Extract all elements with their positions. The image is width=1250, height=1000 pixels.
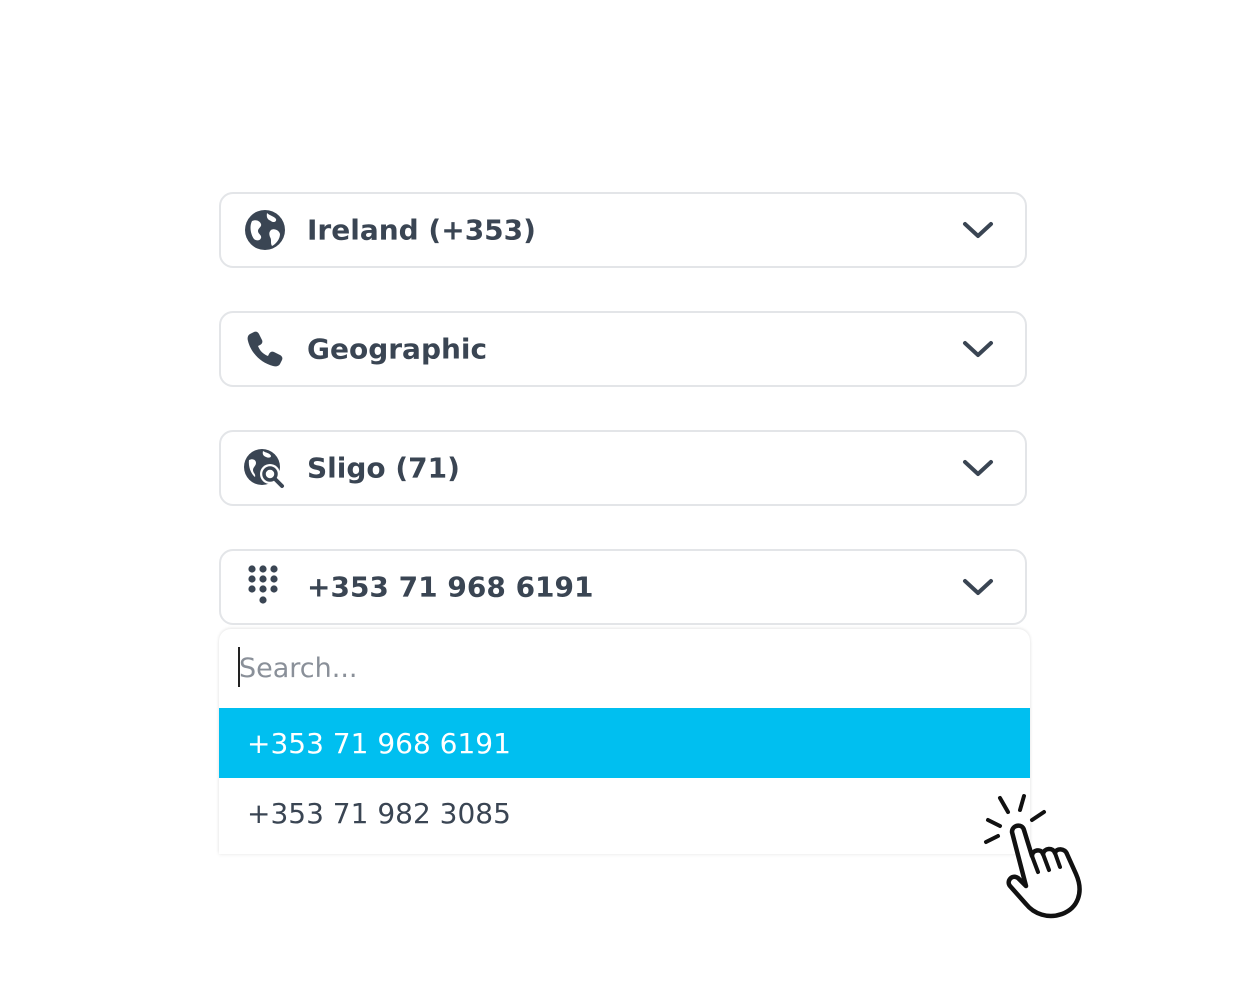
country-select[interactable]: Ireland (+353) <box>219 192 1027 268</box>
globe-icon <box>243 208 287 252</box>
number-type-select[interactable]: Geographic <box>219 311 1027 387</box>
dialpad-icon <box>243 565 287 609</box>
phone-number-form: Ireland (+353) Geographic Sligo (71) +35… <box>0 0 1250 1000</box>
text-caret <box>238 647 240 687</box>
dropdown-option[interactable]: +353 71 982 3085 <box>219 778 1030 848</box>
hand-pointer-icon <box>984 794 1082 919</box>
search-input[interactable] <box>237 647 999 689</box>
phone-number-select-value: +353 71 968 6191 <box>307 570 594 604</box>
dropdown-option-selected[interactable]: +353 71 968 6191 <box>219 708 1030 778</box>
chevron-down-icon <box>963 460 993 476</box>
chevron-down-icon <box>963 341 993 357</box>
chevron-down-icon <box>963 579 993 595</box>
dropdown-search <box>219 629 1030 707</box>
phone-number-select[interactable]: +353 71 968 6191 <box>219 549 1027 625</box>
area-code-select[interactable]: Sligo (71) <box>219 430 1027 506</box>
location-search-icon <box>243 446 287 490</box>
area-code-select-value: Sligo (71) <box>307 451 460 485</box>
phone-icon <box>243 327 287 371</box>
number-type-select-value: Geographic <box>307 332 488 366</box>
chevron-down-icon <box>963 222 993 238</box>
country-select-value: Ireland (+353) <box>307 213 536 247</box>
phone-number-dropdown: +353 71 968 6191 +353 71 982 3085 <box>219 629 1030 854</box>
